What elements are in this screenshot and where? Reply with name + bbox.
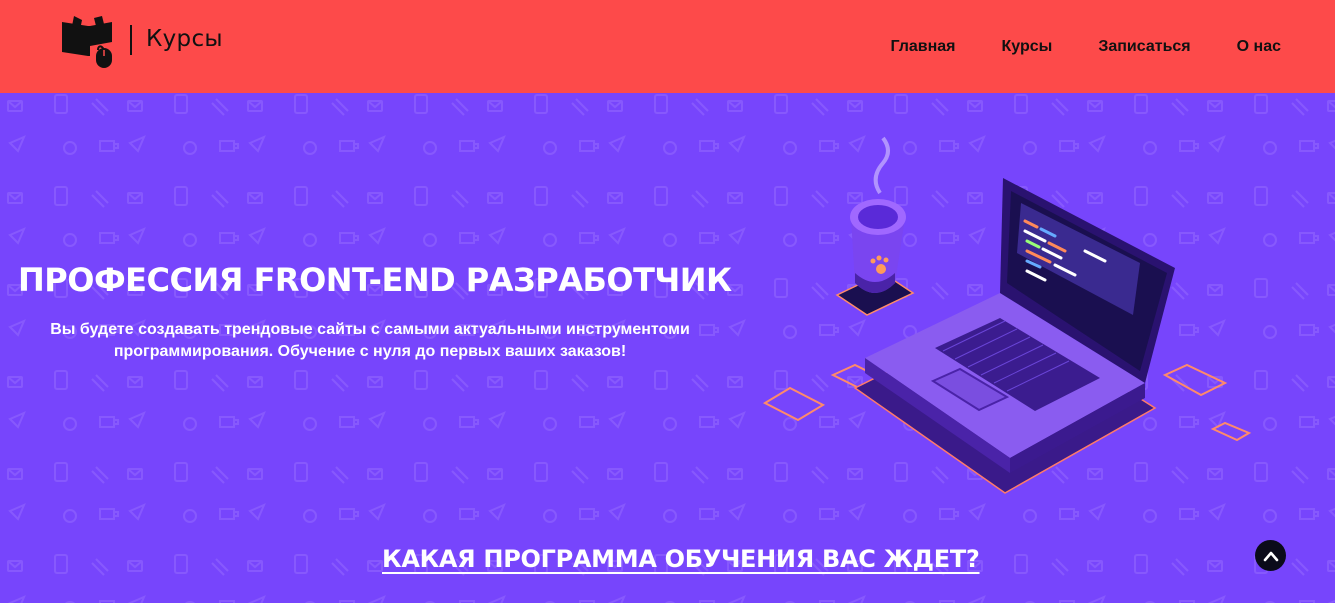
nav-courses[interactable]: Курсы [1002, 36, 1053, 58]
chevron-up-icon [1263, 551, 1278, 561]
hero-title: ПРОФЕССИЯ FRONT-END РАЗРАБОТЧИК [18, 261, 732, 299]
logo-divider [130, 25, 132, 55]
hero-subtitle: Вы будете создавать трендовые сайты с са… [20, 319, 720, 363]
nav-home[interactable]: Главная [890, 36, 955, 58]
book-mouse-icon [62, 16, 112, 68]
scroll-top-button[interactable] [1255, 540, 1286, 571]
site-header: Курсы Главная Курсы Записаться О нас [0, 0, 1335, 93]
nav-about[interactable]: О нас [1237, 36, 1281, 58]
program-link[interactable]: КАКАЯ ПРОГРАММА ОБУЧЕНИЯ ВАС ЖДЕТ? [382, 545, 980, 573]
main-nav: Главная Курсы Записаться О нас [890, 36, 1281, 58]
hero-section: ПРОФЕССИЯ FRONT-END РАЗРАБОТЧИК Вы будет… [0, 93, 1335, 603]
logo[interactable]: Курсы [60, 16, 223, 70]
hero-subtitle-line1: Вы будете создавать трендовые сайты с са… [50, 321, 690, 338]
hero-subtitle-line2: программирования. Обучение с нуля до пер… [113, 343, 627, 360]
laptop-coffee-illustration [762, 136, 1252, 494]
logo-text: Курсы [146, 26, 223, 52]
nav-signup[interactable]: Записаться [1098, 36, 1190, 58]
